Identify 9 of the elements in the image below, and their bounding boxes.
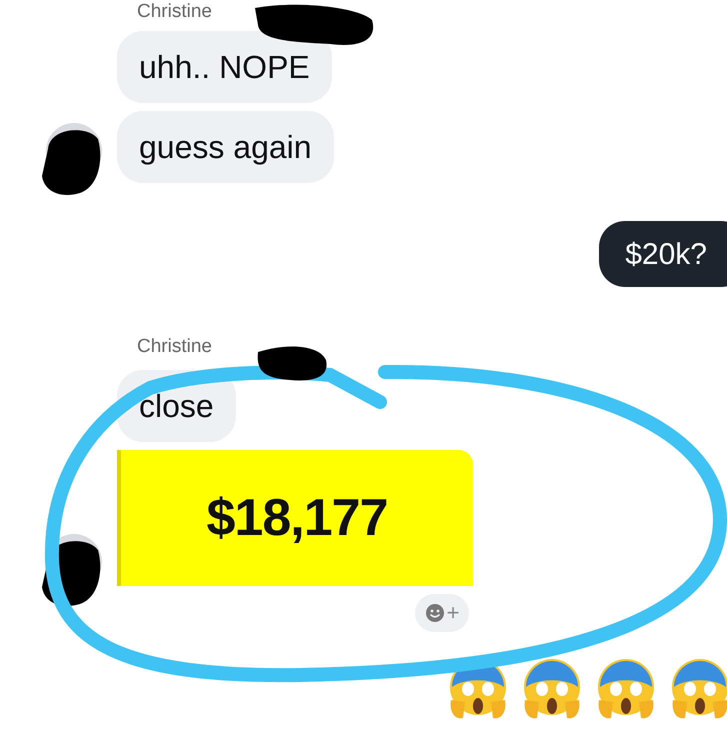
message-bubble: $20k? — [599, 221, 727, 287]
highlighted-amount-card: $18,177 — [117, 450, 473, 586]
smiley-icon — [424, 602, 445, 622]
message-bubble: uhh.. NOPE — [117, 31, 332, 103]
sender-name: Christine — [137, 1, 212, 22]
sender-name: Christine — [137, 336, 212, 357]
add-reaction-button[interactable]: + — [415, 594, 469, 632]
message-bubble: guess again — [117, 111, 334, 183]
redaction-mark — [258, 346, 327, 380]
